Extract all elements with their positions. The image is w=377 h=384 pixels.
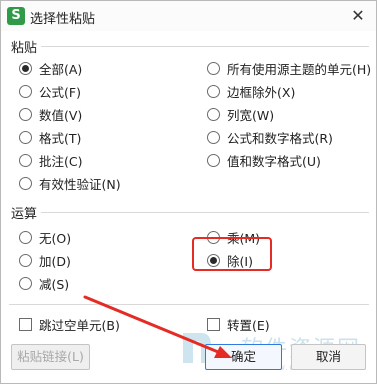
- radio-label: 公式和数字格式(R): [227, 130, 333, 146]
- radio-label: 所有使用源主题的单元(H): [227, 61, 372, 77]
- radio-circle[interactable]: [19, 61, 32, 75]
- checkbox-label: 转置(E): [227, 317, 270, 333]
- radio-op-add[interactable]: 加(D): [19, 250, 71, 270]
- radio-label: 有效性验证(N): [39, 176, 121, 192]
- paste-link-button[interactable]: 粘贴链接(L): [11, 344, 90, 370]
- close-icon[interactable]: ✕: [348, 6, 368, 26]
- radio-paste-formulas[interactable]: 公式(F): [19, 81, 81, 101]
- radio-paste-source-theme[interactable]: 所有使用源主题的单元(H): [207, 58, 371, 78]
- radio-paste-column-widths[interactable]: 列宽(W): [207, 104, 274, 124]
- ok-button[interactable]: 确定: [205, 344, 282, 370]
- radio-label: 减(S): [39, 276, 70, 292]
- checkbox-skip-blanks[interactable]: 跳过空单元(B): [19, 314, 120, 334]
- radio-circle[interactable]: [19, 153, 32, 167]
- operation-section-label: 运算: [11, 207, 38, 222]
- radio-circle[interactable]: [207, 130, 220, 144]
- radio-circle[interactable]: [19, 130, 32, 144]
- checkbox-label: 跳过空单元(B): [39, 317, 120, 333]
- paste-section-label: 粘贴: [11, 41, 38, 56]
- radio-circle[interactable]: [19, 253, 32, 267]
- radio-paste-formats[interactable]: 格式(T): [19, 127, 81, 147]
- radio-circle[interactable]: [19, 84, 32, 98]
- checkbox-box[interactable]: [19, 317, 32, 331]
- radio-circle[interactable]: [19, 176, 32, 190]
- dialog-title: 选择性粘贴: [30, 12, 96, 27]
- radio-paste-all[interactable]: 全部(A): [19, 58, 82, 78]
- paste-section-line: [41, 46, 369, 47]
- checkbox-box[interactable]: [207, 317, 220, 331]
- radio-circle[interactable]: [19, 230, 32, 244]
- radio-circle[interactable]: [207, 61, 220, 75]
- cancel-button[interactable]: 取消: [291, 344, 366, 370]
- radio-paste-except-borders[interactable]: 边框除外(X): [207, 81, 295, 101]
- radio-op-none[interactable]: 无(O): [19, 227, 71, 247]
- title-bar: S 选择性粘贴 ✕: [1, 1, 376, 31]
- radio-paste-validation[interactable]: 有效性验证(N): [19, 173, 121, 193]
- radio-circle[interactable]: [207, 84, 220, 98]
- radio-paste-values-number-formats[interactable]: 值和数字格式(U): [207, 150, 321, 170]
- checkbox-transpose[interactable]: 转置(E): [207, 314, 270, 334]
- radio-label: 全部(A): [39, 61, 83, 77]
- radio-label: 加(D): [39, 253, 71, 269]
- radio-circle[interactable]: [19, 107, 32, 121]
- app-logo-icon: S: [7, 7, 25, 25]
- radio-label: 公式(F): [39, 84, 81, 100]
- radio-op-subtract[interactable]: 减(S): [19, 273, 69, 293]
- radio-label: 无(O): [39, 230, 72, 246]
- radio-label: 值和数字格式(U): [227, 153, 321, 169]
- options-divider: [9, 304, 369, 305]
- radio-circle[interactable]: [19, 276, 32, 290]
- radio-circle[interactable]: [207, 153, 220, 167]
- radio-label: 格式(T): [39, 130, 82, 146]
- operation-section-line: [41, 212, 369, 213]
- radio-label: 批注(C): [39, 153, 83, 169]
- radio-paste-comments[interactable]: 批注(C): [19, 150, 82, 170]
- radio-circle[interactable]: [207, 107, 220, 121]
- radio-paste-formulas-number-formats[interactable]: 公式和数字格式(R): [207, 127, 333, 147]
- radio-label: 边框除外(X): [227, 84, 296, 100]
- radio-paste-values[interactable]: 数值(V): [19, 104, 82, 124]
- radio-label: 列宽(W): [227, 107, 275, 123]
- radio-label: 数值(V): [39, 107, 83, 123]
- highlight-annotation: [192, 237, 272, 271]
- paste-special-dialog: S 选择性粘贴 ✕ 粘贴 全部(A) 公式(F) 数值(V) 格式(T) 批注(…: [0, 0, 377, 384]
